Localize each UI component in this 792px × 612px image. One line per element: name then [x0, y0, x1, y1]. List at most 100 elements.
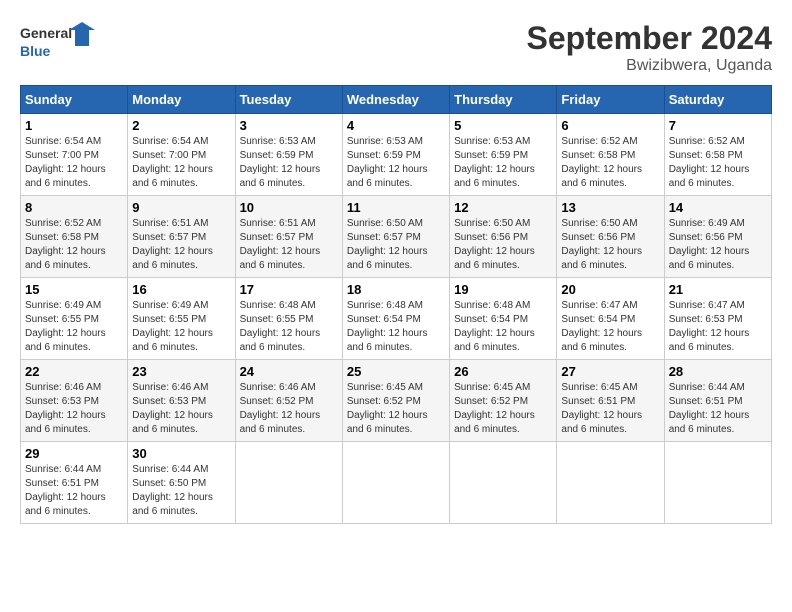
day-number: 3	[240, 118, 338, 133]
day-detail: Sunrise: 6:48 AMSunset: 6:55 PMDaylight:…	[240, 300, 321, 353]
day-detail: Sunrise: 6:53 AMSunset: 6:59 PMDaylight:…	[454, 136, 535, 189]
day-cell-28: 28 Sunrise: 6:44 AMSunset: 6:51 PMDaylig…	[664, 360, 771, 442]
day-detail: Sunrise: 6:51 AMSunset: 6:57 PMDaylight:…	[240, 218, 321, 271]
day-detail: Sunrise: 6:45 AMSunset: 6:51 PMDaylight:…	[561, 382, 642, 435]
day-cell-10: 10 Sunrise: 6:51 AMSunset: 6:57 PMDaylig…	[235, 196, 342, 278]
header-row: Sunday Monday Tuesday Wednesday Thursday…	[21, 86, 772, 114]
day-detail: Sunrise: 6:51 AMSunset: 6:57 PMDaylight:…	[132, 218, 213, 271]
day-cell-21: 21 Sunrise: 6:47 AMSunset: 6:53 PMDaylig…	[664, 278, 771, 360]
day-detail: Sunrise: 6:49 AMSunset: 6:55 PMDaylight:…	[25, 300, 106, 353]
day-cell-12: 12 Sunrise: 6:50 AMSunset: 6:56 PMDaylig…	[450, 196, 557, 278]
day-detail: Sunrise: 6:50 AMSunset: 6:56 PMDaylight:…	[454, 218, 535, 271]
day-detail: Sunrise: 6:46 AMSunset: 6:52 PMDaylight:…	[240, 382, 321, 435]
day-number: 14	[669, 200, 767, 215]
day-number: 30	[132, 446, 230, 461]
day-number: 5	[454, 118, 552, 133]
col-wednesday: Wednesday	[342, 86, 449, 114]
day-cell-7: 7 Sunrise: 6:52 AMSunset: 6:58 PMDayligh…	[664, 114, 771, 196]
day-cell-30: 30 Sunrise: 6:44 AMSunset: 6:50 PMDaylig…	[128, 442, 235, 524]
day-cell-29: 29 Sunrise: 6:44 AMSunset: 6:51 PMDaylig…	[21, 442, 128, 524]
day-detail: Sunrise: 6:47 AMSunset: 6:54 PMDaylight:…	[561, 300, 642, 353]
day-detail: Sunrise: 6:46 AMSunset: 6:53 PMDaylight:…	[132, 382, 213, 435]
day-number: 15	[25, 282, 123, 297]
day-cell-11: 11 Sunrise: 6:50 AMSunset: 6:57 PMDaylig…	[342, 196, 449, 278]
day-number: 24	[240, 364, 338, 379]
week-row-5: 29 Sunrise: 6:44 AMSunset: 6:51 PMDaylig…	[21, 442, 772, 524]
day-detail: Sunrise: 6:46 AMSunset: 6:53 PMDaylight:…	[25, 382, 106, 435]
title-block: September 2024 Bwizibwera, Uganda	[527, 20, 772, 75]
day-detail: Sunrise: 6:53 AMSunset: 6:59 PMDaylight:…	[347, 136, 428, 189]
day-detail: Sunrise: 6:50 AMSunset: 6:56 PMDaylight:…	[561, 218, 642, 271]
logo: General Blue	[20, 20, 100, 65]
day-cell-8: 8 Sunrise: 6:52 AMSunset: 6:58 PMDayligh…	[21, 196, 128, 278]
month-title: September 2024	[527, 20, 772, 57]
day-cell-4: 4 Sunrise: 6:53 AMSunset: 6:59 PMDayligh…	[342, 114, 449, 196]
day-detail: Sunrise: 6:44 AMSunset: 6:50 PMDaylight:…	[132, 464, 213, 517]
day-cell-20: 20 Sunrise: 6:47 AMSunset: 6:54 PMDaylig…	[557, 278, 664, 360]
day-detail: Sunrise: 6:45 AMSunset: 6:52 PMDaylight:…	[454, 382, 535, 435]
col-sunday: Sunday	[21, 86, 128, 114]
day-detail: Sunrise: 6:52 AMSunset: 6:58 PMDaylight:…	[561, 136, 642, 189]
day-cell-6: 6 Sunrise: 6:52 AMSunset: 6:58 PMDayligh…	[557, 114, 664, 196]
day-cell-16: 16 Sunrise: 6:49 AMSunset: 6:55 PMDaylig…	[128, 278, 235, 360]
svg-text:General: General	[20, 25, 72, 41]
day-cell-25: 25 Sunrise: 6:45 AMSunset: 6:52 PMDaylig…	[342, 360, 449, 442]
day-number: 11	[347, 200, 445, 215]
empty-cell-4-2	[235, 442, 342, 524]
day-number: 20	[561, 282, 659, 297]
week-row-1: 1 Sunrise: 6:54 AMSunset: 7:00 PMDayligh…	[21, 114, 772, 196]
day-detail: Sunrise: 6:44 AMSunset: 6:51 PMDaylight:…	[25, 464, 106, 517]
day-cell-9: 9 Sunrise: 6:51 AMSunset: 6:57 PMDayligh…	[128, 196, 235, 278]
day-number: 25	[347, 364, 445, 379]
day-number: 17	[240, 282, 338, 297]
col-monday: Monday	[128, 86, 235, 114]
day-detail: Sunrise: 6:50 AMSunset: 6:57 PMDaylight:…	[347, 218, 428, 271]
day-number: 10	[240, 200, 338, 215]
day-number: 29	[25, 446, 123, 461]
week-row-3: 15 Sunrise: 6:49 AMSunset: 6:55 PMDaylig…	[21, 278, 772, 360]
day-detail: Sunrise: 6:53 AMSunset: 6:59 PMDaylight:…	[240, 136, 321, 189]
day-cell-24: 24 Sunrise: 6:46 AMSunset: 6:52 PMDaylig…	[235, 360, 342, 442]
day-cell-13: 13 Sunrise: 6:50 AMSunset: 6:56 PMDaylig…	[557, 196, 664, 278]
day-cell-27: 27 Sunrise: 6:45 AMSunset: 6:51 PMDaylig…	[557, 360, 664, 442]
day-number: 23	[132, 364, 230, 379]
col-thursday: Thursday	[450, 86, 557, 114]
day-number: 1	[25, 118, 123, 133]
day-number: 8	[25, 200, 123, 215]
day-cell-17: 17 Sunrise: 6:48 AMSunset: 6:55 PMDaylig…	[235, 278, 342, 360]
day-cell-23: 23 Sunrise: 6:46 AMSunset: 6:53 PMDaylig…	[128, 360, 235, 442]
day-detail: Sunrise: 6:54 AMSunset: 7:00 PMDaylight:…	[25, 136, 106, 189]
day-number: 21	[669, 282, 767, 297]
day-number: 27	[561, 364, 659, 379]
day-detail: Sunrise: 6:44 AMSunset: 6:51 PMDaylight:…	[669, 382, 750, 435]
calendar-body: 1 Sunrise: 6:54 AMSunset: 7:00 PMDayligh…	[21, 114, 772, 524]
day-number: 19	[454, 282, 552, 297]
day-number: 9	[132, 200, 230, 215]
col-friday: Friday	[557, 86, 664, 114]
day-detail: Sunrise: 6:48 AMSunset: 6:54 PMDaylight:…	[347, 300, 428, 353]
day-number: 28	[669, 364, 767, 379]
day-number: 7	[669, 118, 767, 133]
day-number: 16	[132, 282, 230, 297]
day-number: 13	[561, 200, 659, 215]
day-detail: Sunrise: 6:45 AMSunset: 6:52 PMDaylight:…	[347, 382, 428, 435]
day-number: 4	[347, 118, 445, 133]
page-header: General Blue September 2024 Bwizibwera, …	[20, 20, 772, 75]
day-number: 6	[561, 118, 659, 133]
day-cell-14: 14 Sunrise: 6:49 AMSunset: 6:56 PMDaylig…	[664, 196, 771, 278]
logo-svg: General Blue	[20, 20, 100, 65]
day-number: 26	[454, 364, 552, 379]
day-cell-26: 26 Sunrise: 6:45 AMSunset: 6:52 PMDaylig…	[450, 360, 557, 442]
week-row-4: 22 Sunrise: 6:46 AMSunset: 6:53 PMDaylig…	[21, 360, 772, 442]
location: Bwizibwera, Uganda	[527, 57, 772, 75]
col-tuesday: Tuesday	[235, 86, 342, 114]
day-detail: Sunrise: 6:47 AMSunset: 6:53 PMDaylight:…	[669, 300, 750, 353]
calendar-table: Sunday Monday Tuesday Wednesday Thursday…	[20, 85, 772, 524]
day-cell-19: 19 Sunrise: 6:48 AMSunset: 6:54 PMDaylig…	[450, 278, 557, 360]
empty-cell-4-4	[450, 442, 557, 524]
day-cell-18: 18 Sunrise: 6:48 AMSunset: 6:54 PMDaylig…	[342, 278, 449, 360]
day-cell-3: 3 Sunrise: 6:53 AMSunset: 6:59 PMDayligh…	[235, 114, 342, 196]
day-detail: Sunrise: 6:52 AMSunset: 6:58 PMDaylight:…	[25, 218, 106, 271]
empty-cell-4-3	[342, 442, 449, 524]
week-row-2: 8 Sunrise: 6:52 AMSunset: 6:58 PMDayligh…	[21, 196, 772, 278]
